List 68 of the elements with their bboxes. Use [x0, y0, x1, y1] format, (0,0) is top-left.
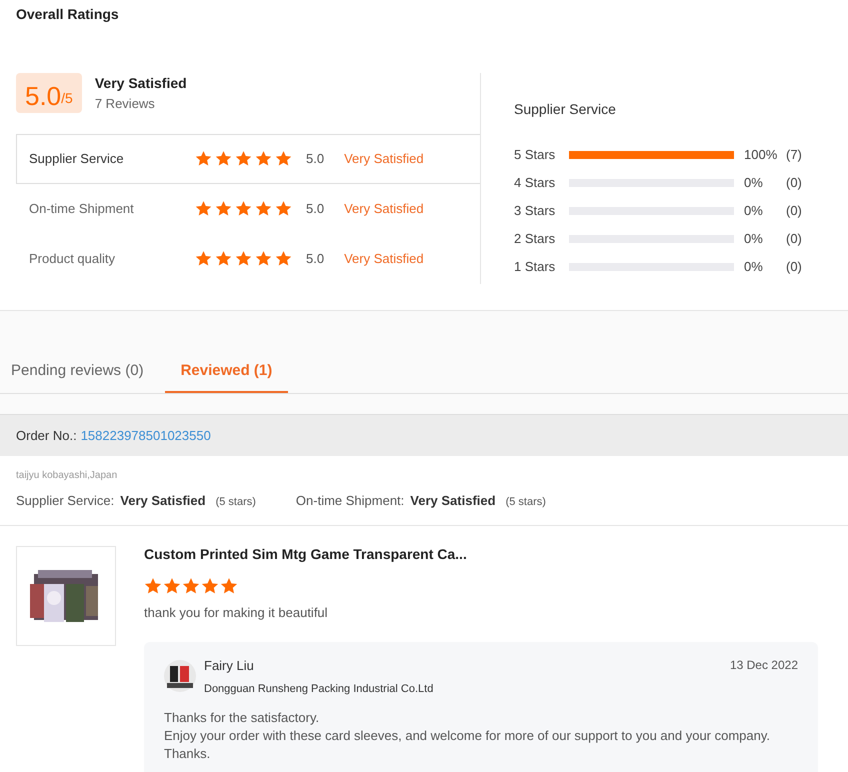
star-icon	[275, 200, 292, 217]
star-icon	[201, 576, 219, 594]
reviewer-name: taijyu kobayashi,Japan	[16, 469, 118, 483]
score-label: Supplier Service:	[16, 492, 114, 510]
star-icon	[195, 150, 212, 167]
company-name: Dongguan Runsheng Packing Industrial Co.Ltd	[204, 682, 434, 696]
rating-label: Supplier Service	[29, 150, 125, 168]
star-icon	[235, 200, 252, 217]
score-verdict: Very Satisfied	[120, 492, 206, 510]
rating-score: 5.0	[306, 150, 324, 168]
star-icon	[255, 150, 272, 167]
score-badge: 5.0/5	[16, 73, 82, 114]
star-icon	[275, 150, 292, 167]
star-icon	[275, 250, 292, 267]
star-icon	[215, 250, 232, 267]
section-title: Overall Ratings	[16, 5, 120, 24]
rating-label: Product quality	[29, 250, 116, 268]
percent-label: 100%	[744, 146, 778, 164]
score-verdict: Very Satisfied	[410, 492, 496, 510]
star-icon	[215, 150, 232, 167]
count-label: (0)	[786, 174, 802, 192]
star-level-label: 1 Stars	[514, 258, 556, 276]
review-comment: thank you for making it beautiful	[144, 604, 329, 622]
star-icon	[144, 576, 162, 594]
star-icon	[255, 250, 272, 267]
star-level-label: 3 Stars	[514, 202, 556, 220]
rating-verdict: Very Satisfied	[344, 150, 424, 168]
rating-score: 5.0	[306, 250, 324, 268]
rating-row[interactable]: Supplier Service 5.0 Very Satisfied	[16, 134, 480, 184]
star-icon	[235, 150, 252, 167]
rating-verdict: Very Satisfied	[344, 250, 424, 268]
percent-label: 0%	[744, 258, 764, 276]
replier-name: Fairy Liu	[204, 657, 255, 675]
percent-label: 0%	[744, 230, 764, 248]
rating-verdict: Very Satisfied	[344, 200, 424, 218]
star-icon	[255, 200, 272, 217]
logo-icon	[164, 660, 196, 692]
count-label: (7)	[786, 146, 802, 164]
count-label: (0)	[786, 230, 802, 248]
overall-verdict: Very Satisfied	[94, 74, 187, 93]
order-label: Order No.:	[16, 426, 77, 445]
star-icon	[163, 576, 181, 594]
score-stars: (5 stars)	[216, 495, 256, 510]
star-icon	[195, 200, 212, 217]
product-title: Custom Printed Sim Mtg Game Transparent Ca...	[144, 544, 468, 564]
rating-row[interactable]: On-time Shipment 5.0 Very Satisfied	[16, 184, 480, 234]
rating-row[interactable]: Product quality 5.0 Very Satisfied	[16, 234, 480, 284]
star-icon	[235, 250, 252, 267]
star-icon	[195, 250, 212, 267]
score-label: On-time Shipment:	[296, 492, 404, 510]
star-icon	[182, 576, 200, 594]
star-level-label: 2 Stars	[514, 230, 556, 248]
star-icon	[220, 576, 238, 594]
review-count: 7 Reviews	[94, 95, 156, 113]
star-icon	[215, 200, 232, 217]
breakdown-title: Supplier Service	[514, 100, 617, 119]
count-label: (0)	[786, 202, 802, 220]
rating-score: 5.0	[306, 200, 324, 218]
percent-label: 0%	[744, 202, 764, 220]
rating-label: On-time Shipment	[29, 200, 135, 218]
count-label: (0)	[786, 258, 802, 276]
star-level-label: 5 Stars	[514, 146, 556, 164]
score-stars: (5 stars)	[506, 495, 546, 510]
review-tab[interactable]: Pending reviews (0)	[0, 352, 155, 393]
reply-text: Thanks for the satisfactory. Enjoy your order with these card sleeves, and welcome for more of our support to you and your company. Thanks.	[164, 709, 772, 763]
reply-date: 13 Dec 2022	[730, 657, 798, 674]
star-level-label: 4 Stars	[514, 174, 556, 192]
percent-label: 0%	[744, 174, 764, 192]
